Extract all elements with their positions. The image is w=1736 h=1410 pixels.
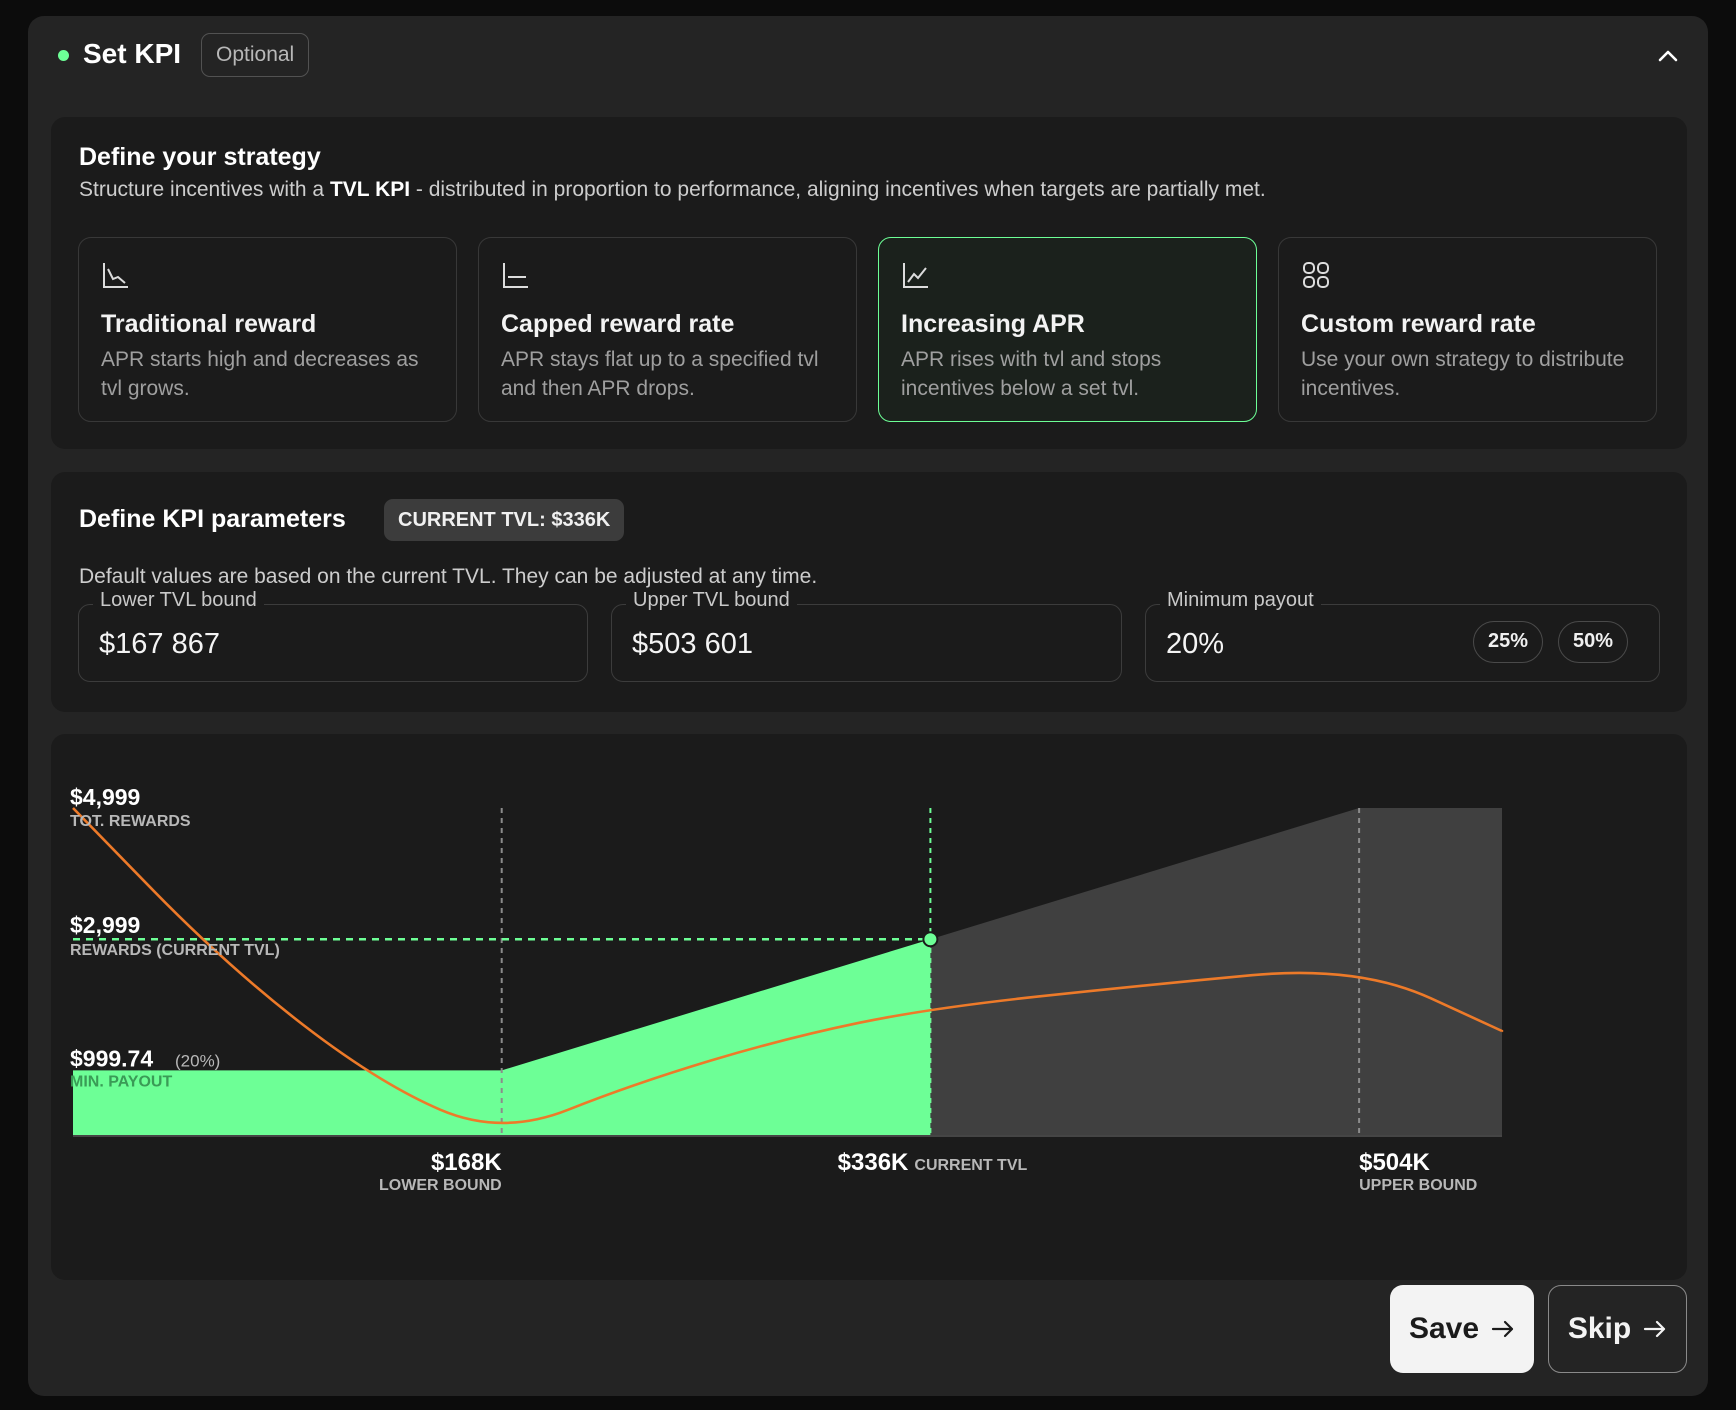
- lower-tvl-label: Lower TVL bound: [93, 589, 264, 612]
- rewards-chart: $4,999 TOT. REWARDS $2,999 REWARDS (CURRENT…: [70, 784, 1504, 1194]
- strategy-title: Define your strategy: [79, 143, 321, 171]
- x-caption-upper: UPPER BOUND: [1359, 1177, 1477, 1194]
- x-label-current: $336K: [838, 1149, 909, 1176]
- option-title: Traditional reward: [101, 310, 317, 338]
- y-caption-current: REWARDS (CURRENT TVL): [70, 942, 280, 959]
- x-label-upper: $504K: [1359, 1149, 1430, 1176]
- skip-button[interactable]: Skip: [1548, 1285, 1687, 1373]
- minimum-payout-field: Minimum payout 25% 50%: [1145, 589, 1660, 682]
- status-dot: [58, 50, 69, 61]
- skip-label: Skip: [1567, 1312, 1632, 1345]
- option-title: Custom reward rate: [1301, 310, 1536, 338]
- grid-icon: [1303, 262, 1329, 288]
- minimum-payout-input[interactable]: [1166, 625, 1426, 663]
- option-description: APR starts high and decreases as tvl gro…: [101, 348, 419, 400]
- option-title: Capped reward rate: [501, 310, 735, 338]
- y-caption-total: TOT. REWARDS: [70, 813, 191, 830]
- save-label: Save: [1408, 1312, 1480, 1345]
- panel-header[interactable]: Set KPI Optional: [28, 16, 1708, 96]
- rewards-chart-card: $4,999 TOT. REWARDS $2,999 REWARDS (CURRENT…: [51, 734, 1687, 1280]
- chart-decreasing-icon: [103, 263, 128, 288]
- save-button[interactable]: Save: [1390, 1285, 1534, 1373]
- strategy-description: Structure incentives with a TVL KPI - di…: [79, 178, 1266, 201]
- option-custom-reward-rate[interactable]: Custom reward rate Use your own strategy…: [1278, 237, 1657, 422]
- y-label-min-percent: (20%): [175, 1051, 220, 1070]
- option-description: APR rises with tvl and stops incentives …: [901, 348, 1162, 400]
- x-caption-lower: LOWER BOUND: [379, 1177, 502, 1194]
- y-caption-min: MIN. PAYOUT: [70, 1073, 172, 1090]
- lower-tvl-input[interactable]: [99, 625, 479, 663]
- section-title: Set KPI: [83, 38, 182, 69]
- upper-tvl-input[interactable]: [632, 625, 1012, 663]
- option-increasing-apr[interactable]: Increasing APR APR rises with tvl and st…: [878, 237, 1257, 422]
- chart-increasing-icon: [903, 263, 928, 288]
- strategy-card: Define your strategy Structure incentive…: [51, 117, 1687, 449]
- y-label-current: $2,999: [70, 912, 140, 938]
- kpi-description: Default values are based on the current …: [79, 565, 818, 588]
- payout-chip-50[interactable]: 50%: [1558, 621, 1629, 663]
- chevron-up-icon[interactable]: [1652, 40, 1684, 72]
- x-label-lower: $168K: [431, 1149, 502, 1176]
- option-title: Increasing APR: [901, 310, 1085, 338]
- arrow-right-icon: [1491, 1320, 1514, 1338]
- option-capped-reward-rate[interactable]: Capped reward rate APR stays flat up to …: [478, 237, 857, 422]
- kpi-title: Define KPI parameters: [79, 505, 346, 533]
- chart-flat-icon: [503, 263, 528, 288]
- x-caption-current: CURRENT TVL: [914, 1157, 1027, 1174]
- payout-chip-25[interactable]: 25%: [1473, 621, 1544, 663]
- upper-tvl-label: Upper TVL bound: [626, 589, 797, 612]
- current-rewards-point: [922, 931, 939, 948]
- option-description: Use your own strategy to distribute ince…: [1301, 348, 1625, 400]
- option-traditional-reward[interactable]: Traditional reward APR starts high and d…: [78, 237, 457, 422]
- option-description: APR stays flat up to a specified tvl and…: [501, 348, 819, 400]
- y-label-total: $4,999: [70, 784, 140, 810]
- current-tvl-badge: CURRENT TVL: $336K: [384, 499, 625, 541]
- set-kpi-panel: Set KPI Optional Define your strategy St…: [28, 16, 1708, 1396]
- lower-tvl-field: Lower TVL bound: [78, 589, 588, 682]
- future-rewards-area: [930, 808, 1502, 1136]
- kpi-parameters-card: Define KPI parameters CURRENT TVL: $336K…: [51, 472, 1687, 712]
- optional-badge: Optional: [201, 33, 310, 77]
- arrow-right-icon: [1644, 1320, 1666, 1338]
- y-label-min: $999.74: [70, 1045, 153, 1071]
- minimum-payout-label: Minimum payout: [1160, 589, 1321, 612]
- upper-tvl-field: Upper TVL bound: [611, 589, 1122, 682]
